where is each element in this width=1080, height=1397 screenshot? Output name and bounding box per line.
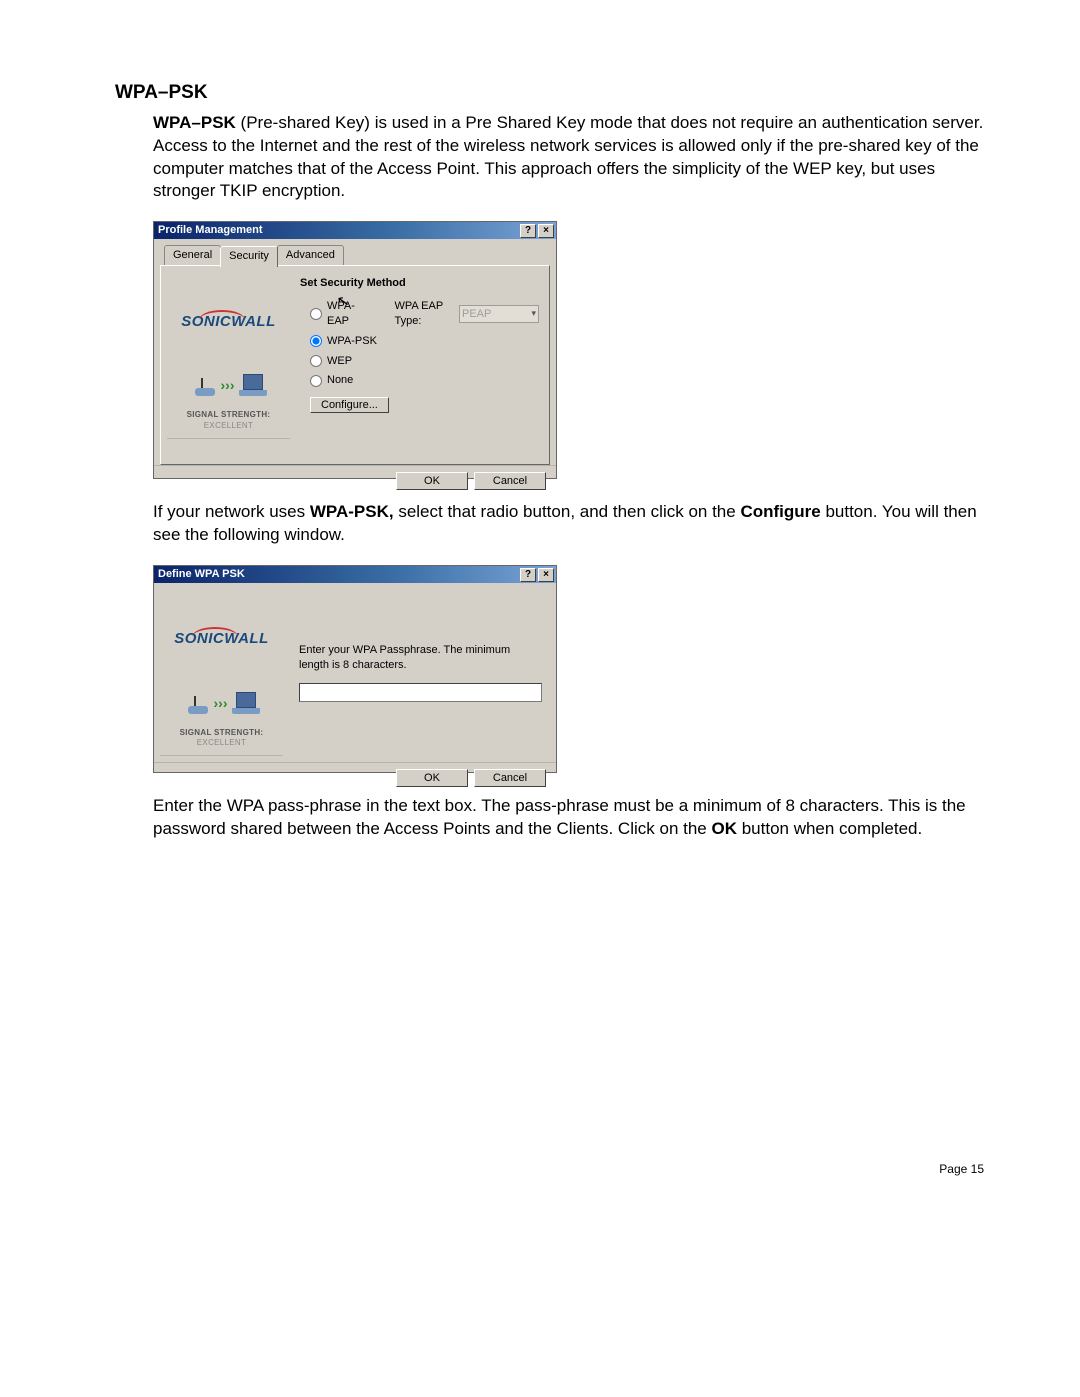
help-button[interactable]: ? bbox=[520, 568, 536, 582]
laptop-icon bbox=[232, 692, 260, 714]
passphrase-input[interactable] bbox=[299, 683, 542, 702]
dialog-title: Define WPA PSK bbox=[158, 567, 245, 582]
passphrase-prompt: Enter your WPA Passphrase. The minimum l… bbox=[299, 643, 542, 673]
define-wpa-psk-dialog: Define WPA PSK ? × SONICWALL ››› SIGNAL … bbox=[153, 565, 557, 773]
signal-strength-label: SIGNAL STRENGTH: EXCELLENT bbox=[167, 410, 290, 439]
page-number: Page 15 bbox=[115, 1161, 984, 1177]
radio-wep-label: WEP bbox=[327, 354, 352, 369]
signal-strength-label: SIGNAL STRENGTH: EXCELLENT bbox=[160, 728, 283, 757]
tab-general[interactable]: General bbox=[164, 245, 221, 266]
radio-wpa-psk[interactable] bbox=[310, 335, 322, 347]
radio-wep[interactable] bbox=[310, 355, 322, 367]
signal-wave-icon: ››› bbox=[221, 378, 235, 392]
tab-advanced[interactable]: Advanced bbox=[277, 245, 344, 266]
sidebar: SONICWALL ››› SIGNAL STRENGTH: EXCELLENT bbox=[161, 266, 296, 464]
tab-security[interactable]: Security bbox=[220, 246, 278, 267]
titlebar: Profile Management ? × bbox=[154, 222, 556, 239]
access-point-icon bbox=[191, 376, 217, 396]
ok-button[interactable]: OK bbox=[396, 769, 468, 787]
dialog-title: Profile Management bbox=[158, 223, 263, 238]
eap-type-select: PEAP bbox=[459, 305, 539, 323]
section-heading: WPA–PSK bbox=[115, 80, 990, 106]
group-title: Set Security Method bbox=[300, 276, 539, 291]
profile-management-dialog: Profile Management ? × General Security … bbox=[153, 221, 557, 479]
eap-type-label: WPA EAP Type: bbox=[394, 299, 455, 329]
titlebar: Define WPA PSK ? × bbox=[154, 566, 556, 583]
security-panel: Set Security Method WPA-EAP WPA EAP Type… bbox=[296, 266, 549, 464]
sonicwall-logo: SONICWALL bbox=[181, 312, 276, 332]
para1-lead: WPA–PSK bbox=[153, 113, 236, 132]
radio-none-label: None bbox=[327, 373, 353, 388]
paragraph-3: Enter the WPA pass-phrase in the text bo… bbox=[153, 795, 990, 841]
radio-wpa-psk-label: WPA-PSK bbox=[327, 334, 377, 349]
para1-rest: (Pre-shared Key) is used in a Pre Shared… bbox=[153, 113, 983, 201]
close-button[interactable]: × bbox=[538, 568, 554, 582]
cancel-button[interactable]: Cancel bbox=[474, 472, 546, 490]
psk-panel: Enter your WPA Passphrase. The minimum l… bbox=[289, 583, 556, 762]
radio-none[interactable] bbox=[310, 375, 322, 387]
sonicwall-logo: SONICWALL bbox=[174, 629, 269, 649]
cancel-button[interactable]: Cancel bbox=[474, 769, 546, 787]
ok-button[interactable]: OK bbox=[396, 472, 468, 490]
radio-wpa-eap[interactable] bbox=[310, 308, 322, 320]
close-button[interactable]: × bbox=[538, 224, 554, 238]
configure-button[interactable]: Configure... bbox=[310, 397, 389, 413]
laptop-icon bbox=[239, 374, 267, 396]
signal-wave-icon: ››› bbox=[214, 696, 228, 710]
sidebar: SONICWALL ››› SIGNAL STRENGTH: EXCELLENT bbox=[154, 583, 289, 762]
access-point-icon bbox=[184, 694, 210, 714]
paragraph-1: WPA–PSK (Pre-shared Key) is used in a Pr… bbox=[153, 112, 990, 204]
paragraph-2: If your network uses WPA-PSK, select tha… bbox=[153, 501, 990, 547]
help-button[interactable]: ? bbox=[520, 224, 536, 238]
